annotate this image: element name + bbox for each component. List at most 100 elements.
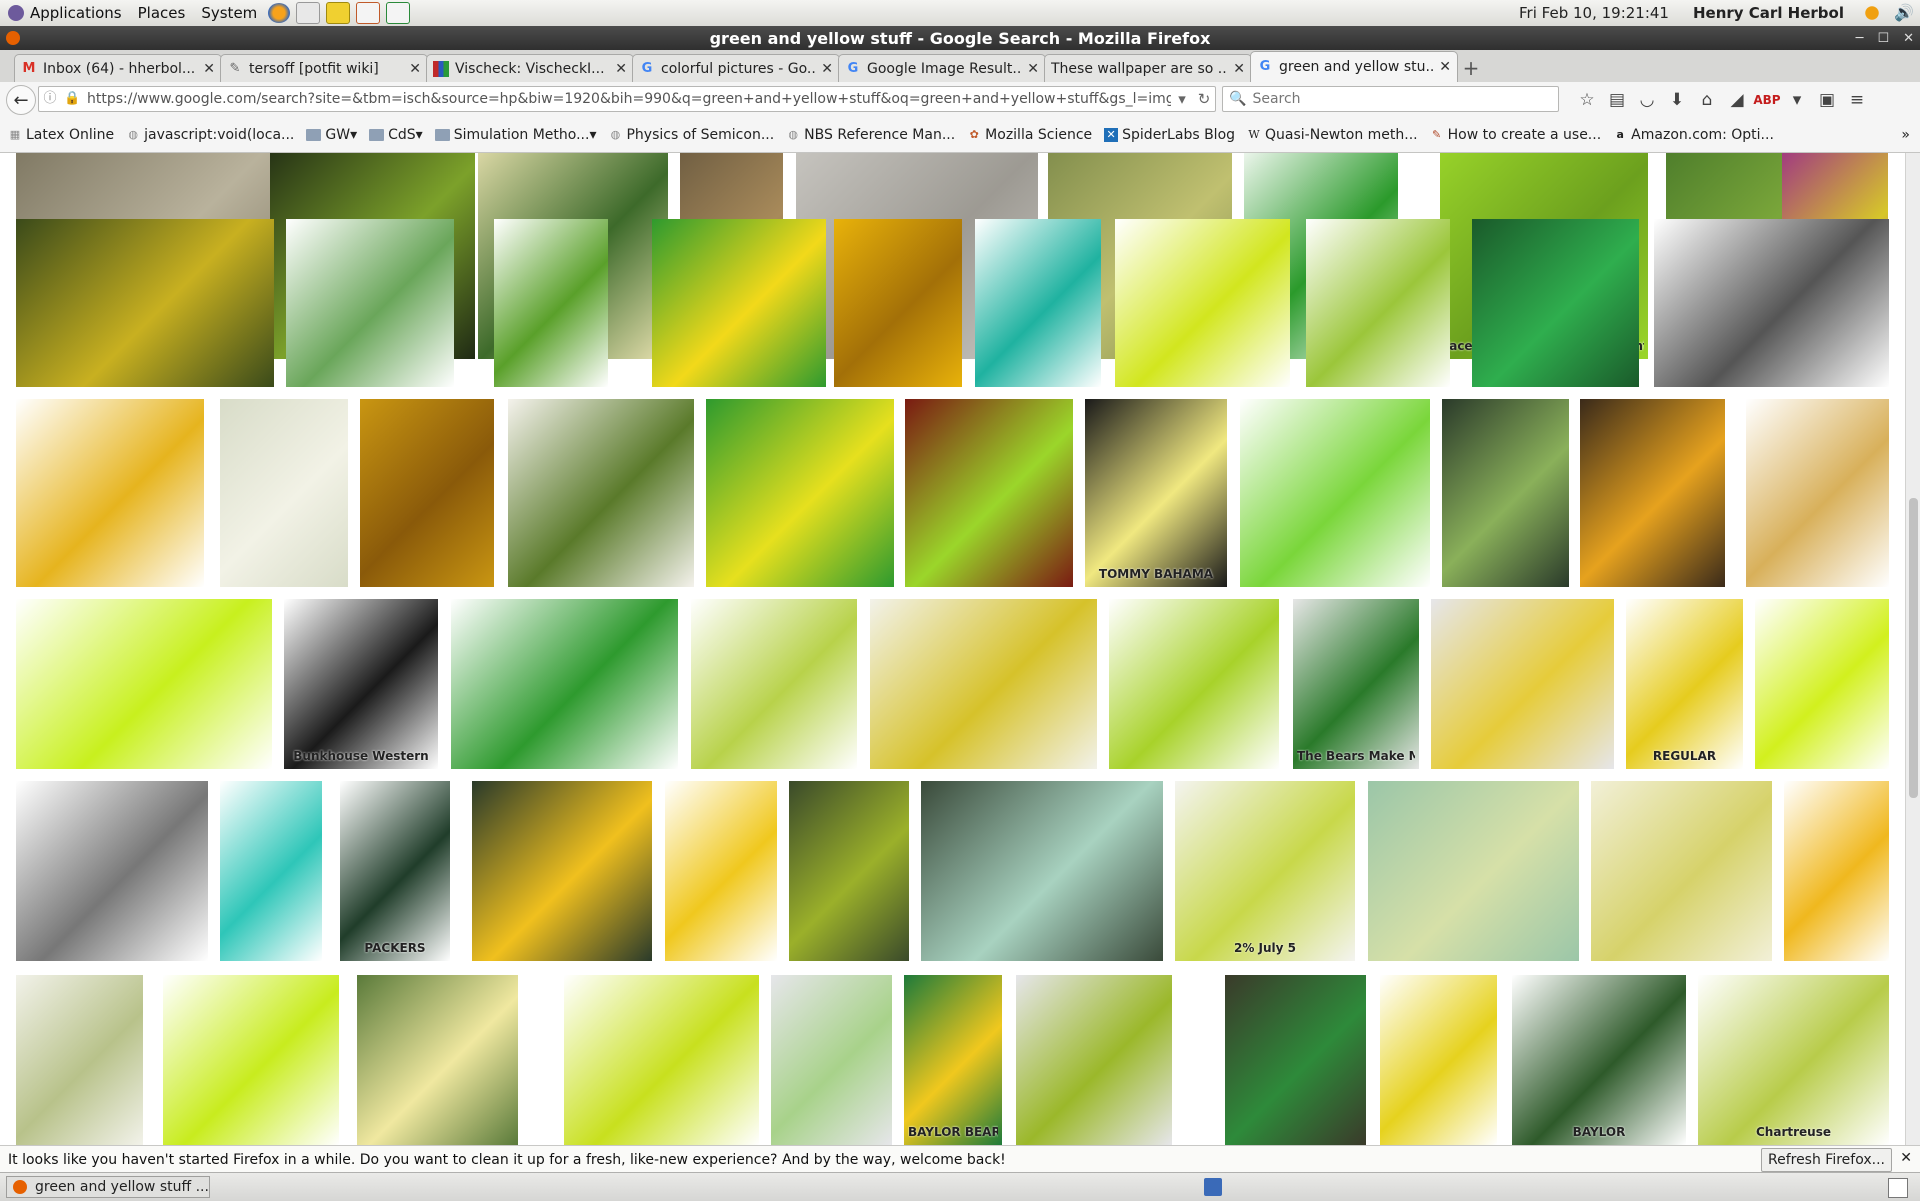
bookmark-folder-cds[interactable]: CdS ▾ (363, 127, 429, 143)
image-result-chevron-texas[interactable]: BAYLOR BEARS (904, 975, 1002, 1145)
info-icon[interactable]: ⓘ (42, 91, 58, 107)
bookmark-latex-online[interactable]: ▦ Latex Online (0, 127, 120, 143)
tab-close-icon[interactable]: ✕ (1439, 59, 1451, 75)
image-result-packers-banner[interactable]: PACKERS (340, 781, 450, 961)
home-icon[interactable]: ⌂ (1692, 90, 1722, 110)
tab-potfit-wiki[interactable]: ✎ tersoff [potfit wiki] ✕ (220, 54, 428, 82)
bookmark-javascript[interactable]: ◍ javascript:void(loca... (120, 127, 300, 143)
image-result-yellow-green-connectors[interactable] (16, 399, 204, 587)
close-notification-icon[interactable]: ✕ (1900, 1150, 1912, 1166)
image-result-teal-sneakers[interactable] (975, 219, 1101, 387)
back-button[interactable]: ← (6, 85, 36, 115)
image-result-sunflower-doormat[interactable] (508, 399, 694, 587)
firefox-launcher-icon[interactable] (268, 3, 291, 23)
bookmark-mozilla-science[interactable]: ✿ Mozilla Science (961, 127, 1098, 143)
image-result-clover-wreath[interactable] (472, 781, 652, 961)
tab-close-icon[interactable]: ✕ (1233, 61, 1245, 77)
tab-close-icon[interactable]: ✕ (203, 61, 215, 77)
image-result-monster-bracelet[interactable] (451, 599, 678, 769)
presentation-launcher-icon[interactable] (356, 2, 381, 24)
image-result-yellow-gloves[interactable] (665, 781, 777, 961)
bookmark-nbs-reference[interactable]: ◍ NBS Reference Man... (780, 127, 961, 143)
image-result-table-setting[interactable] (1442, 399, 1569, 587)
image-result-manga-page[interactable] (1654, 219, 1889, 387)
image-result-pokemon-venusaur[interactable] (286, 219, 454, 387)
image-result-bridesmaids-2[interactable] (16, 975, 143, 1145)
tab-wallpaper[interactable]: These wallpaper are so ... ✕ (1044, 54, 1252, 82)
image-result-bears-sign[interactable]: The Bears Make Me Puke (1293, 599, 1419, 769)
image-result-bunkhouse-cap[interactable]: Bunkhouse Western (284, 599, 438, 769)
image-result-dragon-art[interactable] (1784, 781, 1889, 961)
image-result-green-hair[interactable] (1472, 219, 1639, 387)
tab-close-icon[interactable]: ✕ (409, 61, 421, 77)
image-result-mosaic-tree[interactable] (1368, 781, 1579, 961)
share-icon[interactable]: ◢ (1722, 90, 1752, 110)
image-result-white-bouquet[interactable] (220, 399, 348, 587)
bookmark-folder-simulation[interactable]: Simulation Metho... ▾ (429, 127, 603, 143)
image-result-pool-water[interactable] (921, 781, 1163, 961)
window-title-bar[interactable]: green and yellow stuff - Google Search -… (0, 26, 1920, 50)
applications-menu[interactable]: Applications (0, 0, 130, 26)
image-result-anime-couple[interactable] (1746, 399, 1889, 587)
image-result-anime-grey[interactable] (16, 781, 208, 961)
image-result-yellow-flower-macro[interactable] (834, 219, 962, 387)
network-tray-icon[interactable] (1204, 1178, 1222, 1196)
image-result-striped-beanie[interactable] (652, 219, 826, 387)
places-menu[interactable]: Places (130, 0, 194, 26)
image-result-eye-makeup[interactable] (905, 399, 1073, 587)
tab-green-and-yellow-stuff[interactable]: G green and yellow stu... ✕ (1250, 51, 1458, 82)
image-result-green-door[interactable] (789, 781, 909, 961)
image-result-green-gradient-chart[interactable] (706, 399, 894, 587)
system-menu[interactable]: System (193, 0, 265, 26)
workspace-switcher-icon[interactable] (1888, 1178, 1908, 1198)
pocket-icon[interactable]: ◡ (1632, 90, 1662, 110)
adblock-icon[interactable]: ABP (1752, 93, 1782, 107)
spreadsheet-launcher-icon[interactable] (386, 2, 411, 24)
bookmark-how-to-create[interactable]: ✎ How to create a use... (1424, 127, 1608, 143)
image-result-tommy-bahama-shirt[interactable]: TOMMY BAHAMA (1085, 399, 1227, 587)
image-result-yellow-door[interactable] (360, 399, 494, 587)
notes-launcher-icon[interactable] (326, 2, 351, 24)
close-window-icon[interactable]: ✕ (1903, 31, 1914, 46)
tab-vischeck[interactable]: Vischeck: VischeckI... ✕ (426, 54, 634, 82)
image-result-lime-drops[interactable] (1109, 599, 1279, 769)
image-result-lime-belt[interactable] (16, 599, 272, 769)
new-tab-button[interactable]: + (1456, 54, 1486, 82)
extension-dropdown-icon[interactable]: ▾ (1782, 90, 1812, 110)
tab-close-icon[interactable]: ✕ (615, 61, 627, 77)
minimize-icon[interactable]: ─ (1856, 31, 1864, 46)
image-result-parakeet-plush[interactable] (1240, 399, 1430, 587)
image-result-anime-group[interactable] (1306, 219, 1450, 387)
image-result-kitchen[interactable] (1591, 781, 1772, 961)
url-bar[interactable]: ⓘ 🔒 https://www.google.com/search?site=&… (38, 86, 1216, 112)
tab-google-image-result[interactable]: G Google Image Result... ✕ (838, 54, 1046, 82)
bookmark-physics-semicon[interactable]: ◍ Physics of Semicon... (602, 127, 780, 143)
dropdown-chevron-icon[interactable]: ▾ (1171, 90, 1193, 108)
tab-inbox[interactable]: M Inbox (64) - hherbol... ✕ (14, 54, 222, 82)
tab-colorful-pictures[interactable]: G colorful pictures - Go... ✕ (632, 54, 840, 82)
image-result-gas-pump[interactable]: REGULAR (1626, 599, 1743, 769)
bookmark-quasi-newton[interactable]: W Quasi-Newton meth... (1241, 127, 1424, 143)
image-result-yellow-mug[interactable]: 2% July 5 (1175, 781, 1355, 961)
image-result-green-cake[interactable] (771, 975, 892, 1145)
bookmark-star-icon[interactable]: ☆ (1572, 90, 1602, 110)
image-result-green-top[interactable] (1016, 975, 1172, 1145)
image-result-shopkins-toy[interactable] (691, 599, 857, 769)
bookmarks-overflow-button[interactable]: » (1895, 127, 1916, 143)
image-result-wedding-bouquet[interactable] (357, 975, 518, 1145)
user-name[interactable]: Henry Carl Herbol (1681, 4, 1856, 22)
tab-close-icon[interactable]: ✕ (1027, 61, 1039, 77)
reload-icon[interactable]: ↻ (1193, 90, 1215, 108)
refresh-firefox-button[interactable]: Refresh Firefox... (1760, 1148, 1892, 1172)
image-result-green-cabinet[interactable] (1225, 975, 1366, 1145)
image-result-turtle[interactable] (16, 219, 274, 387)
image-result-lime-toaster[interactable] (163, 975, 339, 1145)
image-result-bridesmaids[interactable] (1431, 599, 1614, 769)
mail-launcher-icon[interactable] (296, 2, 321, 24)
extension-icon[interactable]: ▣ (1812, 90, 1842, 110)
lock-icon[interactable]: 🔒 (64, 91, 80, 107)
weather-sun-icon[interactable] (1862, 3, 1882, 23)
page-scrollbar[interactable] (1905, 153, 1920, 1145)
image-result-wedding-collage[interactable] (870, 599, 1097, 769)
volume-icon[interactable]: 🔊 (1894, 3, 1914, 23)
